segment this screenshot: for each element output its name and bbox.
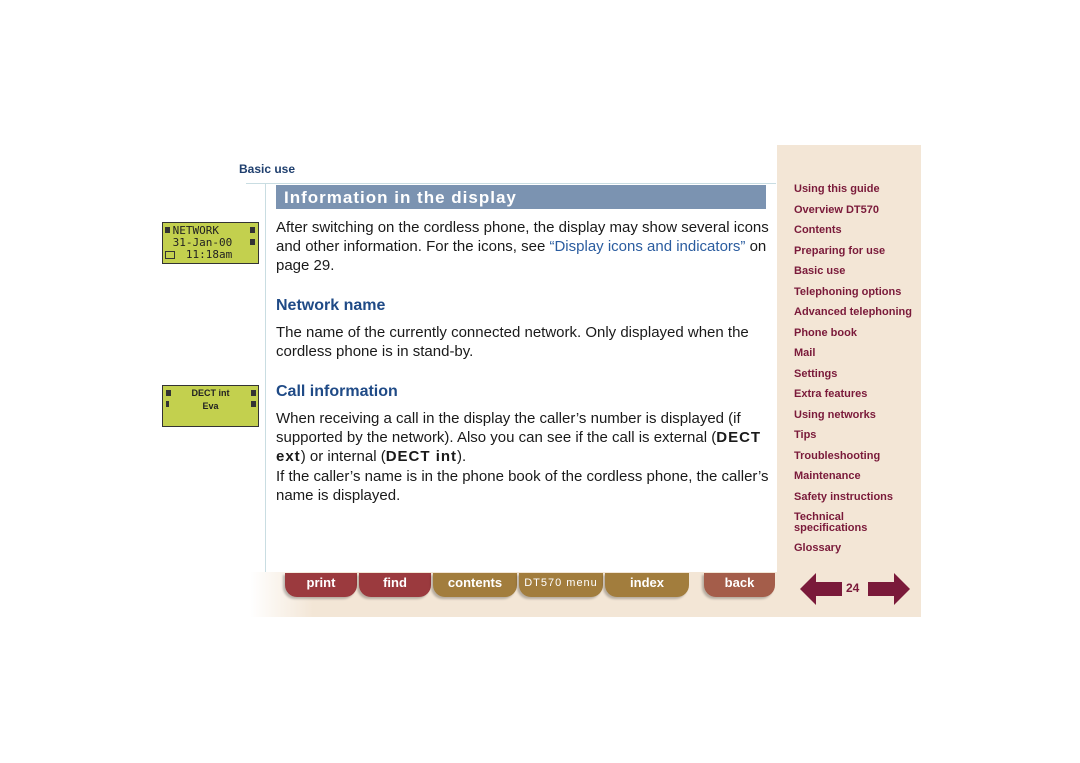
sidebar-item-contents[interactable]: Contents — [794, 225, 842, 236]
index-button[interactable]: index — [605, 573, 689, 597]
body-text: ). — [457, 448, 467, 465]
envelope-icon — [165, 251, 175, 259]
body-text: When receiving a call in the display the… — [276, 410, 741, 446]
sidebar-item-phone-book[interactable]: Phone book — [794, 328, 857, 339]
network-name-body: The name of the currently connected netw… — [276, 324, 749, 360]
lcd-standby-display: NETWORK 31-Jan-00 11:18am — [162, 222, 259, 264]
sidebar-item-settings[interactable]: Settings — [794, 369, 837, 380]
lcd-call-display: DECT int Eva — [162, 385, 259, 427]
battery-icon — [250, 239, 255, 245]
contents-button[interactable]: contents — [433, 573, 517, 597]
call-information-body: When receiving a call in the display the… — [276, 409, 771, 466]
sidebar-item-basic-use[interactable]: Basic use — [794, 266, 845, 277]
sidebar-item-extra-features[interactable]: Extra features — [794, 389, 867, 400]
battery-icon — [251, 390, 256, 396]
sidebar-item-mail[interactable]: Mail — [794, 348, 815, 359]
sidebar-item-preparing[interactable]: Preparing for use — [794, 246, 885, 257]
signal-icon — [166, 401, 169, 407]
find-button[interactable]: find — [359, 573, 431, 597]
caller-name-body: If the caller’s name is in the phone boo… — [276, 468, 769, 504]
sidebar-item-advanced-telephoning[interactable]: Advanced telephoning — [794, 307, 912, 318]
battery-icon — [251, 401, 256, 407]
dt570-menu-button[interactable]: DT570 menu — [519, 573, 603, 597]
print-button[interactable]: print — [285, 573, 357, 597]
sidebar-item-overview[interactable]: Overview DT570 — [794, 205, 879, 216]
arrow-left-icon[interactable] — [800, 573, 842, 605]
intro-paragraph: After switching on the cordless phone, t… — [276, 218, 771, 275]
sidebar-nav: Using this guide Overview DT570 Contents… — [777, 145, 921, 617]
sidebar-item-safety[interactable]: Safety instructions — [794, 492, 893, 503]
sidebar-item-tips[interactable]: Tips — [794, 430, 816, 441]
signal-icon — [166, 390, 171, 396]
display-icons-link[interactable]: “Display icons and indicators” — [549, 238, 745, 255]
sidebar-item-technical-specifications[interactable]: Technical specifications — [794, 512, 884, 534]
lcd-line-time: 11:18am — [166, 248, 233, 261]
lcd-line-caller: Eva — [202, 401, 219, 411]
dect-int-term: DECT int — [385, 448, 458, 465]
network-name-heading: Network name — [276, 297, 386, 314]
body-text: ) or internal ( — [300, 448, 386, 465]
page-title: Information in the display — [284, 188, 517, 207]
page-number: 24 — [846, 581, 860, 595]
back-button[interactable]: back — [704, 573, 775, 597]
signal-icon — [165, 227, 170, 233]
sidebar-item-telephoning-options[interactable]: Telephoning options — [794, 287, 901, 298]
arrow-right-icon[interactable] — [868, 573, 910, 605]
sidebar-item-troubleshooting[interactable]: Troubleshooting — [794, 451, 880, 462]
page-title-bar: Information in the display — [276, 185, 766, 209]
lcd-line-dect-int: DECT int — [191, 388, 230, 398]
divider — [246, 183, 266, 184]
sidebar-item-using-this-guide[interactable]: Using this guide — [794, 184, 880, 195]
sidebar-item-glossary[interactable]: Glossary — [794, 543, 841, 554]
section-label: Basic use — [239, 162, 296, 176]
call-information-heading: Call information — [276, 383, 398, 400]
sidebar-item-using-networks[interactable]: Using networks — [794, 410, 876, 421]
sidebar-item-maintenance[interactable]: Maintenance — [794, 471, 861, 482]
battery-icon — [250, 227, 255, 233]
